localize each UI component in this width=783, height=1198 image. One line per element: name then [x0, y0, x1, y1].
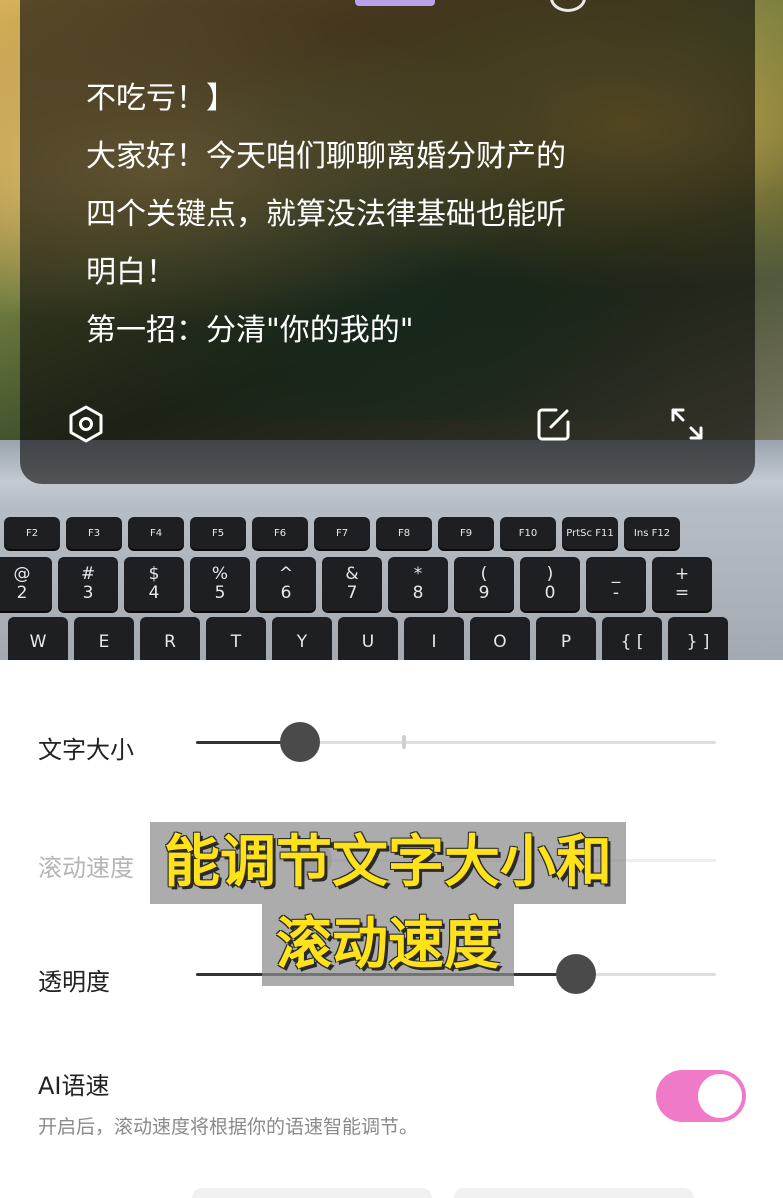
font-size-label: 文字大小 — [38, 736, 134, 764]
keyboard-key: F10 — [500, 517, 556, 549]
teleprompter-script: 不吃亏！】大家好！今天咱们聊聊离婚分财产的 四个关键点，就算没法律基础也能听 明白！… — [86, 30, 686, 370]
script-line: 不吃亏！】 — [86, 81, 236, 116]
bottom-button-left[interactable] — [192, 1188, 432, 1198]
teleprompter-panel[interactable]: 不吃亏！】大家好！今天咱们聊聊离婚分财产的 四个关键点，就算没法律基础也能听 明白！… — [20, 0, 755, 484]
keyboard-key: Ins F12 — [624, 517, 680, 549]
keyboard-key: F8 — [376, 517, 432, 549]
script-line: 第一招：分清"你的我的" — [86, 313, 414, 348]
keyboard-key: F3 — [66, 517, 122, 549]
keyboard-key: $4 — [124, 557, 184, 611]
keyboard-key: R — [140, 617, 200, 660]
edit-icon[interactable] — [532, 402, 576, 446]
ai-speed-label: AI语速 — [38, 1072, 110, 1100]
keyboard-letter-row: W E R T Y U I O P{ [} ] — [8, 617, 728, 660]
keyboard-key: ^ 6 — [256, 557, 316, 611]
keyboard-key: F4 — [128, 517, 184, 549]
settings-sheet: 文字大小 滚动速度 透明度 能调节文字大小和 滚动速度 AI语速 开启后，滚动速… — [0, 660, 783, 1198]
bottom-button-right[interactable] — [454, 1188, 694, 1198]
drag-handle[interactable] — [355, 0, 435, 6]
keyboard-key: W — [8, 617, 68, 660]
record-indicator — [550, 0, 586, 12]
script-line: 大家好！今天咱们聊聊离婚分财产的 — [86, 139, 566, 174]
keyboard-key: F2 — [4, 517, 60, 549]
keyboard-fn-row: F2 F3 F4 F5 F6 F7 F8 F9 F10 PrtSc F11 Ins F12 — [4, 517, 680, 549]
keyboard-key: E — [74, 617, 134, 660]
keyboard-key: O — [470, 617, 530, 660]
camera-preview: F2 F3 F4 F5 F6 F7 F8 F9 F10 PrtSc F11 Ins F12 @2 #3… — [0, 0, 783, 660]
laptop-keyboard: F2 F3 F4 F5 F6 F7 F8 F9 F10 PrtSc F11 Ins F12 @2 #3… — [0, 505, 783, 660]
ai-speed-hint: 开启后，滚动速度将根据你的语速智能调节。 — [38, 1116, 419, 1138]
expand-icon[interactable] — [665, 402, 709, 446]
keyboard-key: T — [206, 617, 266, 660]
keyboard-key: #3 — [58, 557, 118, 611]
keyboard-key: ) 0 — [520, 557, 580, 611]
video-caption: 能调节文字大小和 滚动速度 — [88, 822, 688, 986]
keyboard-key: PrtSc F11 — [562, 517, 618, 549]
keyboard-key: F9 — [438, 517, 494, 549]
script-line: 明白！ — [86, 255, 176, 290]
keyboard-key: U — [338, 617, 398, 660]
toggle-knob — [698, 1074, 742, 1118]
keyboard-key: F7 — [314, 517, 370, 549]
font-size-default-tick — [402, 735, 406, 749]
keyboard-key: F6 — [252, 517, 308, 549]
font-size-slider-thumb[interactable] — [280, 722, 320, 762]
keyboard-key: F5 — [190, 517, 246, 549]
keyboard-key: _ - — [586, 557, 646, 611]
keyboard-key: P — [536, 617, 596, 660]
keyboard-key: * 8 — [388, 557, 448, 611]
caption-line-2: 滚动速度 — [262, 904, 514, 986]
keyboard-key: % 5 — [190, 557, 250, 611]
keyboard-key: @2 — [0, 557, 52, 611]
keyboard-key: Y — [272, 617, 332, 660]
keyboard-key: + = — [652, 557, 712, 611]
keyboard-key: I — [404, 617, 464, 660]
keyboard-key: } ] — [668, 617, 728, 660]
font-size-slider[interactable] — [196, 722, 716, 762]
caption-line-1: 能调节文字大小和 — [150, 822, 626, 904]
ai-speed-toggle[interactable] — [656, 1070, 746, 1122]
script-line: 四个关键点，就算没法律基础也能听 — [86, 197, 566, 232]
keyboard-key: (9 — [454, 557, 514, 611]
keyboard-number-row: @2 #3 $4% 5 ^ 6 & 7 * 8(9) 0 _ - + = — [0, 557, 712, 611]
keyboard-key: { [ — [602, 617, 662, 660]
settings-icon[interactable] — [64, 402, 108, 446]
keyboard-key: & 7 — [322, 557, 382, 611]
